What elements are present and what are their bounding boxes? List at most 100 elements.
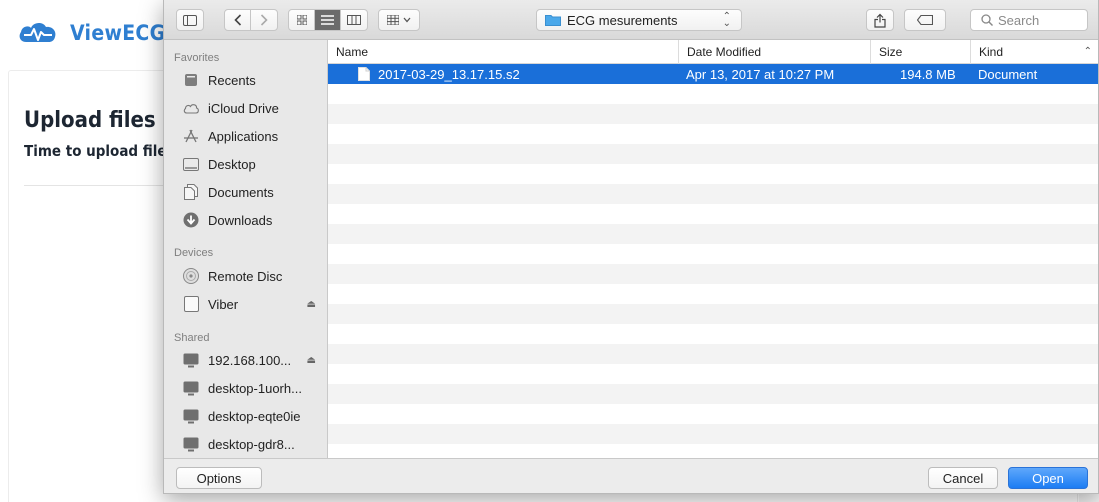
column-header-size[interactable]: Size	[870, 40, 970, 64]
document-icon	[358, 67, 370, 81]
path-popup-menu[interactable]: ECG mesurements ⌃ ⌄	[536, 9, 742, 31]
empty-row	[328, 264, 1098, 284]
downloads-icon	[182, 211, 200, 229]
desktop-icon	[182, 155, 200, 173]
sidebar-item-remote-disc[interactable]: Remote Disc	[182, 264, 322, 288]
file-size: 194.8 MB	[900, 67, 956, 82]
eject-icon[interactable]: ⏏	[307, 355, 316, 366]
sidebar-item-viber[interactable]: Viber ⏏	[182, 292, 322, 316]
empty-row	[328, 244, 1098, 264]
computer-icon	[182, 351, 200, 369]
cancel-button[interactable]: Cancel	[928, 467, 998, 489]
empty-row	[328, 84, 1098, 104]
list-view-button[interactable]	[315, 10, 341, 30]
site-logo-text: ViewECG	[70, 21, 166, 45]
sidebar-item-icloud-drive[interactable]: iCloud Drive	[182, 96, 322, 120]
path-popup-label: ECG mesurements	[567, 12, 678, 28]
empty-row	[328, 404, 1098, 424]
site-logo[interactable]: ViewECG	[18, 20, 165, 46]
empty-row	[328, 384, 1098, 404]
empty-row	[328, 324, 1098, 344]
sidebar-item-recents[interactable]: Recents	[182, 68, 322, 92]
search-input[interactable]: Search	[970, 9, 1088, 31]
column-header-name[interactable]: Name	[328, 40, 678, 64]
icon-view-button[interactable]	[289, 10, 316, 30]
column-header-label: Size	[879, 45, 903, 59]
folder-icon	[545, 15, 561, 26]
sidebar-item-label: desktop-gdr8...	[208, 436, 295, 452]
cancel-button-label: Cancel	[942, 470, 984, 486]
open-button[interactable]: Open	[1008, 467, 1088, 489]
tags-button[interactable]	[904, 9, 946, 31]
sidebar-item-label: desktop-1uorh...	[208, 380, 302, 396]
sidebar-item-applications[interactable]: Applications	[182, 124, 322, 148]
empty-row	[328, 284, 1098, 304]
sidebar-item-label: Viber	[208, 296, 239, 312]
empty-row	[328, 344, 1098, 364]
list-view-icon	[321, 15, 334, 25]
documents-icon	[182, 183, 200, 201]
forward-button[interactable]	[251, 10, 277, 30]
empty-row	[328, 364, 1098, 384]
sidebar-item-label: Applications	[208, 128, 279, 144]
sidebar-section-shared: Shared	[174, 332, 210, 344]
empty-row	[328, 444, 1098, 458]
empty-row	[328, 224, 1098, 244]
grid-icon	[296, 15, 307, 25]
arrange-grid-icon	[387, 15, 399, 25]
sidebar-section-favorites: Favorites	[174, 52, 220, 64]
empty-row	[328, 184, 1098, 204]
back-button[interactable]	[225, 10, 252, 30]
sidebar-item-shared-192[interactable]: 192.168.100... ⏏	[182, 348, 322, 372]
upload-card-subtitle: Time to upload files	[24, 142, 175, 160]
column-header-label: Date Modified	[687, 45, 762, 59]
view-mode-selector	[288, 9, 368, 31]
sidebar-item-shared-desktop-gdr8[interactable]: desktop-gdr8...	[182, 432, 322, 456]
column-header-date-modified[interactable]: Date Modified	[678, 40, 870, 64]
cloud-icon	[182, 99, 200, 117]
computer-icon	[182, 407, 200, 425]
eject-icon[interactable]: ⏏	[307, 299, 316, 310]
updown-chevron-icon: ⌃ ⌄	[722, 11, 731, 29]
file-date-modified: Apr 13, 2017 at 10:27 PM	[686, 67, 835, 82]
sidebar-item-documents[interactable]: Documents	[182, 180, 322, 204]
share-icon	[874, 13, 886, 28]
empty-row	[328, 304, 1098, 324]
tag-icon	[917, 15, 933, 25]
sidebar-item-shared-desktop-eqte0ie[interactable]: desktop-eqte0ie	[182, 404, 322, 428]
sidebar-item-label: Remote Disc	[208, 268, 283, 284]
options-button-label: Options	[196, 470, 242, 486]
column-header-kind[interactable]: Kind ⌃	[970, 40, 1098, 64]
share-button[interactable]	[866, 9, 894, 31]
sidebar-item-label: Recents	[208, 72, 256, 88]
empty-row	[328, 104, 1098, 124]
file-rows: 2017-03-29_13.17.15.s2 Apr 13, 2017 at 1…	[328, 64, 1098, 458]
sidebar-item-desktop[interactable]: Desktop	[182, 152, 322, 176]
sidebar-item-downloads[interactable]: Downloads	[182, 208, 322, 232]
computer-icon	[182, 435, 200, 453]
empty-row	[328, 204, 1098, 224]
sidebar-item-shared-desktop-1uorh[interactable]: desktop-1uorh...	[182, 376, 322, 400]
chevron-right-icon	[260, 14, 268, 26]
upload-card-title: Upload files	[24, 108, 156, 133]
table-row[interactable]: 2017-03-29_13.17.15.s2 Apr 13, 2017 at 1…	[328, 64, 1098, 84]
open-file-dialog: ECG mesurements ⌃ ⌄ Search Favorites Rece…	[163, 0, 1099, 494]
column-header-label: Kind	[979, 45, 1004, 59]
sidebar-item-label: iCloud Drive	[208, 100, 279, 116]
column-header-label: Name	[336, 45, 369, 59]
open-button-label: Open	[1032, 470, 1064, 486]
search-icon	[981, 14, 993, 26]
dialog-sidebar: Favorites Recents iCloud Drive Applicati…	[164, 40, 328, 458]
sidebar-item-label: Documents	[208, 184, 274, 200]
sidebar-item-label: 192.168.100...	[208, 352, 292, 368]
chevron-left-icon	[233, 14, 241, 26]
columns-icon	[346, 15, 361, 25]
arrange-button[interactable]	[378, 9, 420, 31]
sidebar-toggle-button[interactable]	[176, 9, 204, 31]
column-view-button[interactable]	[341, 10, 367, 30]
empty-row	[328, 124, 1098, 144]
dialog-footer: Options Cancel Open	[164, 458, 1098, 493]
options-button[interactable]: Options	[176, 467, 262, 489]
empty-row	[328, 144, 1098, 164]
empty-row	[328, 424, 1098, 444]
